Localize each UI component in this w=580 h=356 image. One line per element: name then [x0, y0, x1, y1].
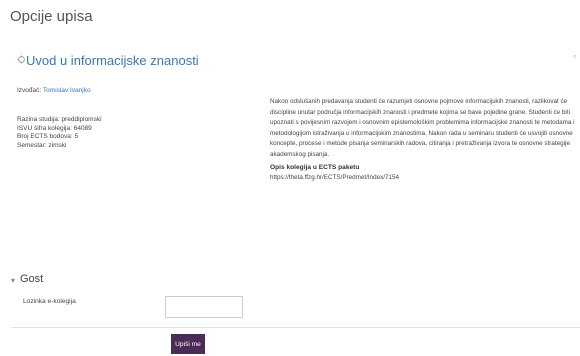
ects-heading: Opis kolegija u ECTS paketu: [270, 164, 360, 171]
page-title: Opcije upisa: [10, 8, 93, 25]
meta-isvu: ISVU šifra kolegija: 64089: [17, 124, 92, 132]
instructor-name-link[interactable]: Tomislav Ivanjko: [43, 87, 91, 94]
course-icon: [17, 55, 25, 64]
ects-link[interactable]: https://theta.ffzg.hr/ECTS/Predmet/Index…: [270, 174, 399, 181]
password-label: Lozinka e-kolegija: [23, 298, 76, 305]
collapse-marker-icon: ‹: [574, 54, 576, 60]
course-title-link[interactable]: Uvod u informacijske znanosti: [26, 53, 199, 68]
divider: [11, 327, 580, 328]
course-description: Nakon odslušanih predavanja studenti će …: [270, 98, 575, 158]
password-input[interactable]: [165, 296, 243, 318]
enrol-button[interactable]: Upiši me: [171, 334, 205, 354]
course-instructor: Izvođač: Tomislav Ivanjko: [17, 87, 91, 96]
meta-level: Razina studija: preddiplomski: [17, 116, 102, 123]
meta-ects: Broj ECTS bodova: 5: [17, 133, 79, 141]
meta-semester: Semestar: zimski: [17, 141, 67, 149]
course-meta: Razina studija: preddiplomski ISVU šifra…: [17, 116, 102, 150]
instructor-label: Izvođač:: [17, 87, 42, 94]
chevron-down-icon[interactable]: ▾: [11, 276, 15, 285]
guest-section-title[interactable]: Gost: [20, 273, 43, 285]
